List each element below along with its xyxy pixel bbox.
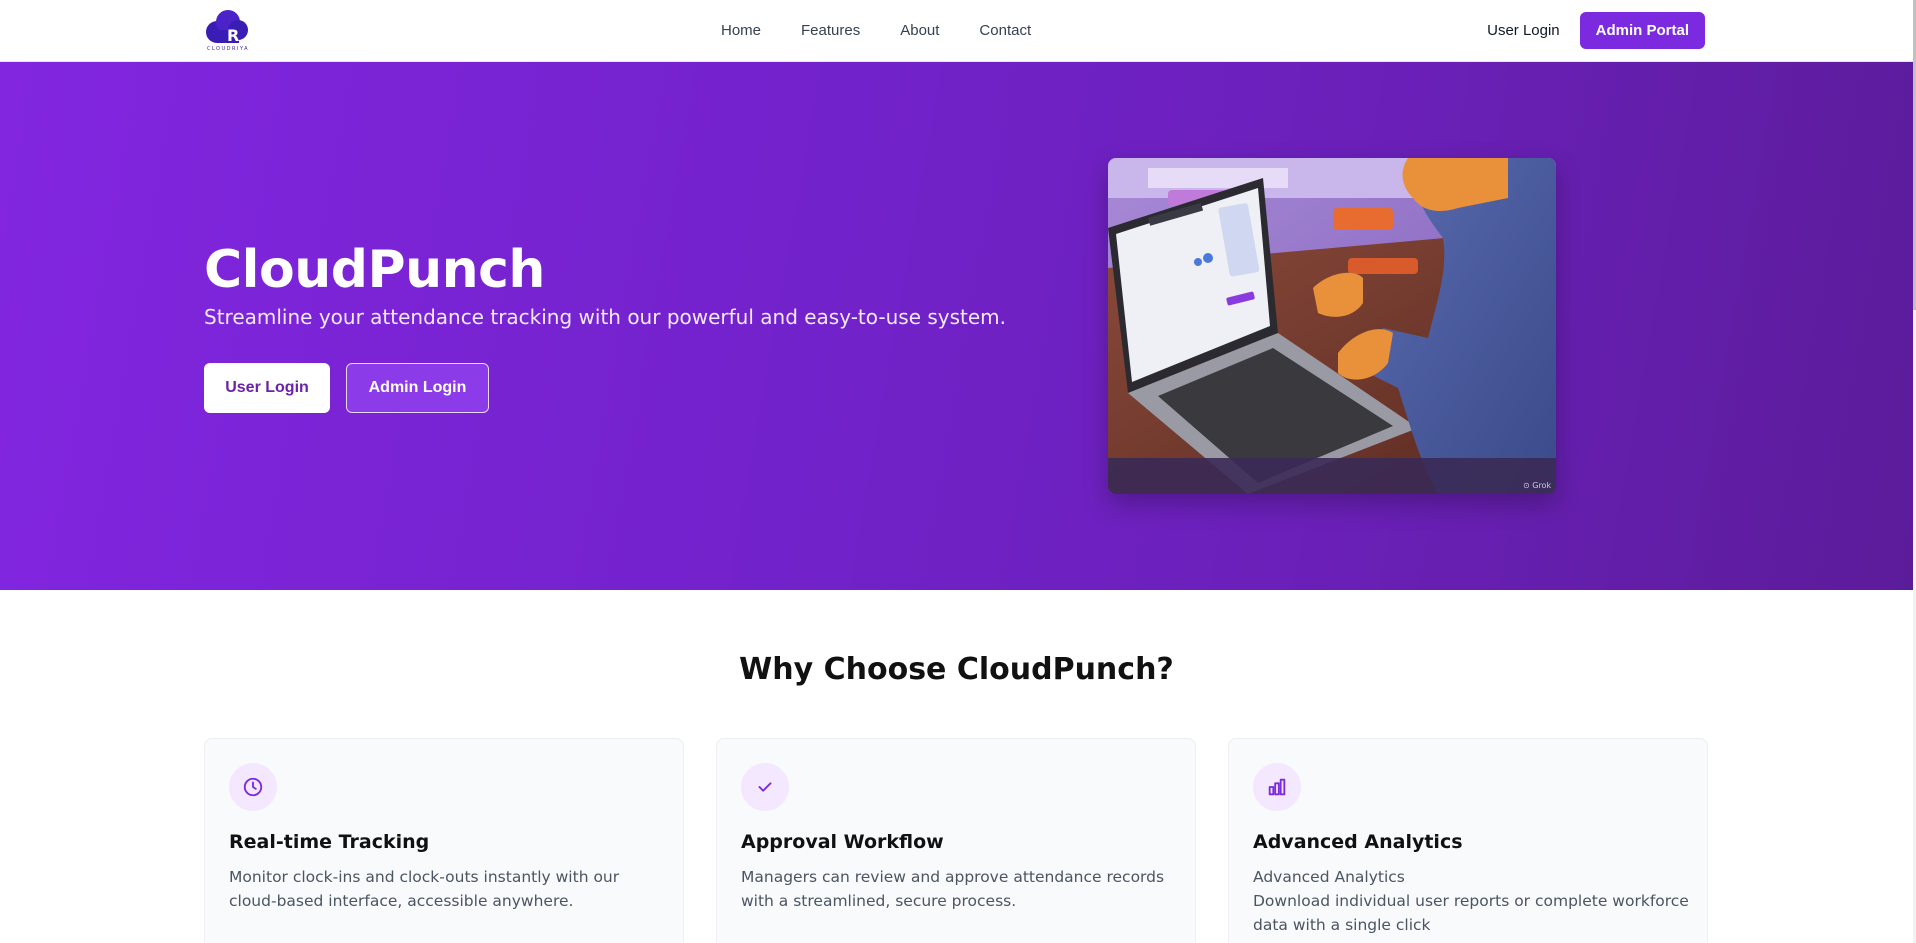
feature-card-description: Monitor clock-ins and clock-outs instant… bbox=[229, 868, 620, 910]
nav-features[interactable]: Features bbox=[801, 22, 860, 39]
admin-login-button[interactable]: Admin Login bbox=[346, 363, 489, 413]
hero-subtitle: Streamline your attendance tracking with… bbox=[204, 305, 1007, 329]
nav-about[interactable]: About bbox=[900, 22, 939, 39]
feature-card-description: Managers can review and approve attendan… bbox=[741, 868, 1165, 910]
features-title: Why Choose CloudPunch? bbox=[739, 652, 1174, 687]
cloudriya-logo[interactable]: R CLOUDRIYA bbox=[204, 8, 252, 54]
person-using-laptop-illustration: ⊙ Grok bbox=[1108, 158, 1556, 494]
feature-card-advanced-analytics: Advanced Analytics Advanced Analytics Do… bbox=[1228, 738, 1708, 943]
hero-section: CloudPunch Streamline your attendance tr… bbox=[0, 62, 1913, 590]
landing-page: R CLOUDRIYA Home Features About Contact … bbox=[0, 0, 1916, 943]
feature-card-title: Approval Workflow bbox=[741, 831, 944, 853]
admin-portal-button[interactable]: Admin Portal bbox=[1579, 11, 1705, 49]
feature-card-approval-workflow: Approval Workflow Managers can review an… bbox=[716, 738, 1196, 943]
main-nav: Home Features About Contact bbox=[721, 0, 1031, 60]
feature-card-description-line: Advanced Analytics bbox=[1253, 868, 1405, 886]
feature-card-title: Real-time Tracking bbox=[229, 831, 430, 853]
hero-title: CloudPunch bbox=[204, 240, 545, 300]
svg-text:⊙ Grok: ⊙ Grok bbox=[1523, 481, 1551, 490]
clock-icon bbox=[229, 763, 277, 811]
cloud-logo-icon: R bbox=[206, 10, 248, 45]
svg-text:R: R bbox=[227, 26, 239, 45]
feature-card-title: Advanced Analytics bbox=[1253, 831, 1463, 853]
nav-home[interactable]: Home bbox=[721, 22, 761, 39]
hero-buttons: User Login Admin Login bbox=[204, 363, 489, 413]
bar-chart-icon bbox=[1253, 763, 1301, 811]
feature-card-description-line: Download individual user reports or comp… bbox=[1253, 892, 1689, 934]
top-navbar: R CLOUDRIYA Home Features About Contact … bbox=[0, 0, 1913, 62]
nav-actions: User Login Admin Portal bbox=[1487, 11, 1705, 49]
nav-contact[interactable]: Contact bbox=[979, 22, 1031, 39]
hero-illustration: ⊙ Grok bbox=[1108, 158, 1556, 494]
feature-card-realtime-tracking: Real-time Tracking Monitor clock-ins and… bbox=[204, 738, 684, 943]
nav-user-login-link[interactable]: User Login bbox=[1487, 22, 1560, 39]
feature-card-description: Advanced Analytics Download individual u… bbox=[1253, 865, 1693, 937]
logo-wordmark: CLOUDRIYA bbox=[206, 46, 250, 52]
user-login-button[interactable]: User Login bbox=[204, 363, 330, 413]
check-icon bbox=[741, 763, 789, 811]
